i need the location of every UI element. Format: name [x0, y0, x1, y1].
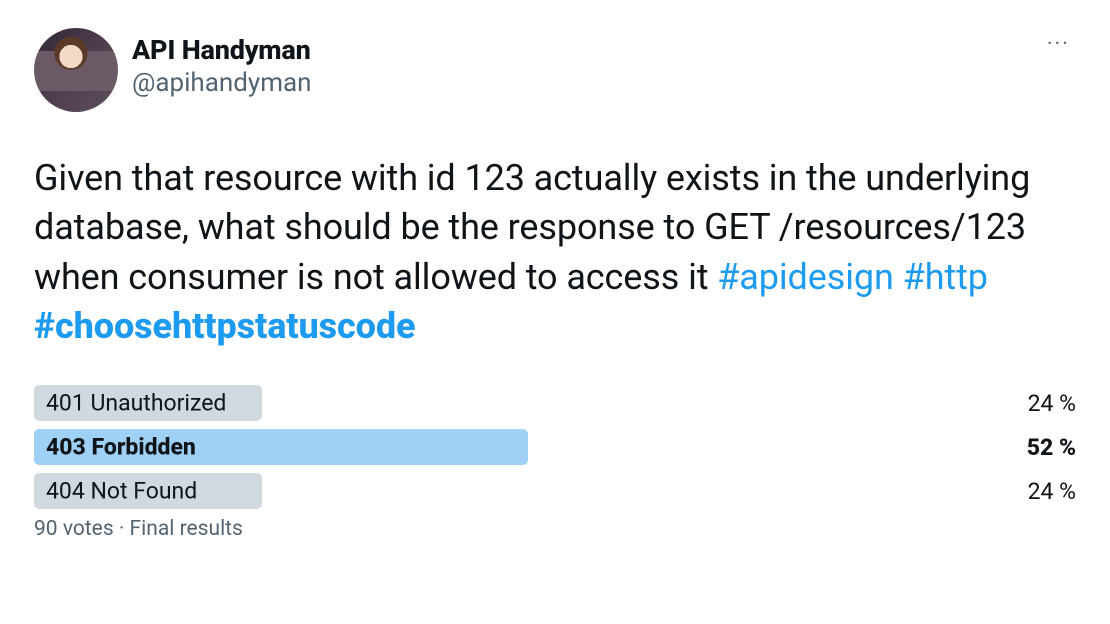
poll-option-pct: 24 % [1002, 478, 1076, 505]
poll-bar-wrap: 401 Unauthorized [34, 385, 984, 421]
poll-option-row[interactable]: 401 Unauthorized 24 % [34, 385, 1076, 421]
poll: 401 Unauthorized 24 % 403 Forbidden 52 % 404… [34, 385, 1076, 509]
author-block: API Handyman @apihandyman [132, 34, 312, 100]
tweet-card: API Handyman @apihandyman ··· Given that… [0, 0, 1110, 561]
display-name[interactable]: API Handyman [132, 34, 312, 66]
hashtag-apidesign[interactable]: #apidesign [717, 256, 894, 298]
poll-option-pct: 24 % [1002, 390, 1076, 417]
hashtag-http[interactable]: #http [903, 256, 988, 298]
poll-option-row[interactable]: 403 Forbidden 52 % [34, 429, 1076, 465]
hashtag-choosehttpstatuscode[interactable]: #choosehttpstatuscode [34, 305, 415, 347]
more-icon[interactable]: ··· [1039, 30, 1078, 60]
tweet-body: Given that resource with id 123 actually… [34, 154, 1076, 351]
tweet-header: API Handyman @apihandyman [34, 28, 1076, 112]
avatar[interactable] [34, 28, 118, 112]
poll-option-label: 404 Not Found [46, 478, 197, 505]
poll-bar-wrap: 403 Forbidden [34, 429, 984, 465]
poll-option-label: 403 Forbidden [46, 434, 196, 461]
poll-option-row[interactable]: 404 Not Found 24 % [34, 473, 1076, 509]
space [894, 256, 903, 298]
poll-bar-wrap: 404 Not Found [34, 473, 984, 509]
user-handle[interactable]: @apihandyman [132, 68, 312, 99]
poll-option-pct: 52 % [1002, 434, 1076, 461]
poll-footer: 90 votes · Final results [34, 517, 1076, 541]
poll-option-label: 401 Unauthorized [46, 390, 226, 417]
